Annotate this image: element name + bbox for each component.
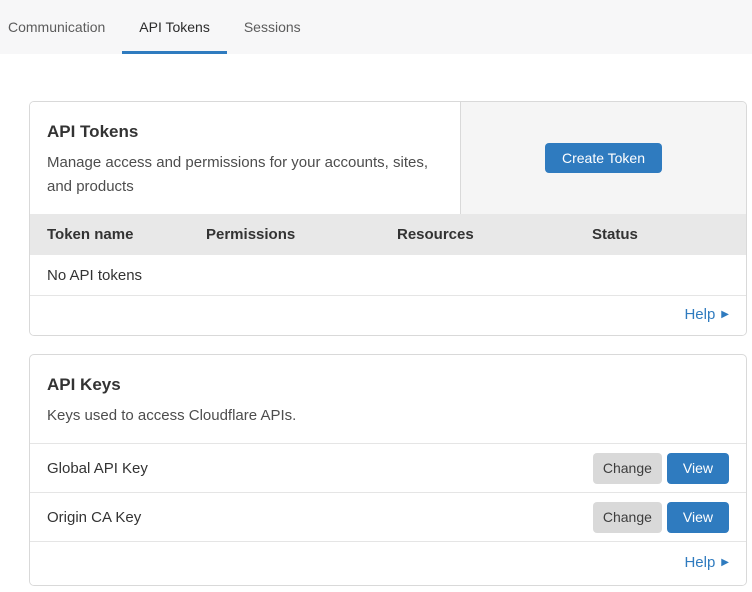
tab-communication[interactable]: Communication [0,0,122,54]
tab-api-tokens[interactable]: API Tokens [122,0,227,54]
api-keys-description: Keys used to access Cloudflare APIs. [47,404,729,428]
api-key-row-origin-ca: Origin CA Key Change View [30,492,746,541]
token-table-header-resources: Resources [397,226,592,243]
api-key-actions: Change View [593,453,729,484]
api-tokens-card-header: API Tokens Manage access and permissions… [30,102,746,214]
api-key-name: Origin CA Key [47,509,593,526]
empty-tokens-message: No API tokens [47,267,142,284]
api-tokens-card-footer: Help ▶ [30,295,746,335]
api-keys-help-link[interactable]: Help ▶ [684,554,729,571]
main-content: API Tokens Manage access and permissions… [0,54,752,586]
api-keys-title: API Keys [47,375,729,395]
api-tokens-card-header-text: API Tokens Manage access and permissions… [30,102,460,214]
help-link-label: Help [684,554,715,571]
arrow-right-icon: ▶ [721,558,729,568]
change-global-api-key-button[interactable]: Change [593,453,662,484]
token-table-header-row: Token name Permissions Resources Status [30,214,746,255]
api-key-actions: Change View [593,502,729,533]
api-tokens-card-action-panel: Create Token [460,102,746,214]
api-tokens-help-link[interactable]: Help ▶ [684,306,729,323]
help-link-label: Help [684,306,715,323]
api-tokens-description: Manage access and permissions for your a… [47,151,440,199]
token-table-empty-row: No API tokens [30,255,746,295]
tab-bar: Communication API Tokens Sessions [0,0,752,54]
api-keys-card-footer: Help ▶ [30,541,746,585]
token-table-header-permissions: Permissions [206,226,397,243]
tab-sessions[interactable]: Sessions [227,0,318,54]
token-table-header-status: Status [592,226,746,243]
api-tokens-title: API Tokens [47,122,440,142]
api-keys-card: API Keys Keys used to access Cloudflare … [29,354,747,586]
api-key-row-global: Global API Key Change View [30,443,746,492]
api-key-name: Global API Key [47,460,593,477]
token-table-header-token-name: Token name [47,226,206,243]
create-token-button[interactable]: Create Token [545,143,662,173]
view-global-api-key-button[interactable]: View [667,453,729,484]
change-origin-ca-key-button[interactable]: Change [593,502,662,533]
view-origin-ca-key-button[interactable]: View [667,502,729,533]
api-tokens-card: API Tokens Manage access and permissions… [29,101,747,336]
arrow-right-icon: ▶ [721,310,729,320]
api-keys-card-header: API Keys Keys used to access Cloudflare … [30,355,746,443]
